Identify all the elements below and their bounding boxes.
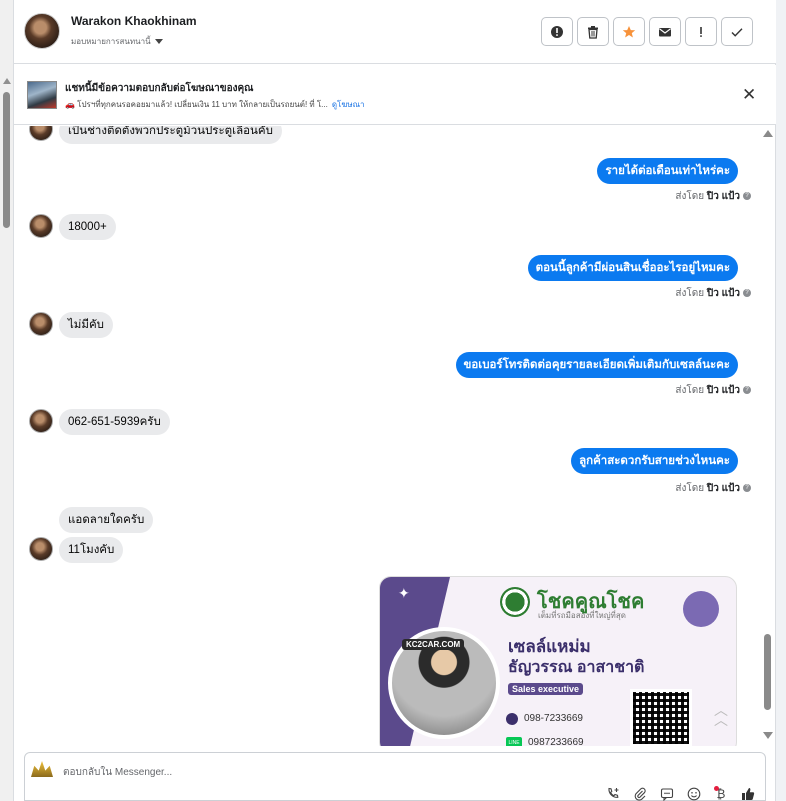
thumbs-up-icon[interactable] [740,787,756,801]
message-list-scrollbar[interactable] [760,126,774,746]
line-app-icon: LINE [506,737,522,746]
message-outgoing[interactable]: ตอนนี้ลูกค้ามีผ่อนสินเชื่ออะไรอยู่ไหมคะ [527,255,738,281]
conversation-header: Warakon Khaokhinam มอบหมายการสนทนานี้ [14,0,776,64]
saved-reply-icon[interactable] [659,787,675,801]
card-name-line2: ธัญวรรณ อาสาชาติ [508,659,645,676]
sent-by-name: ปิว แป้ว [706,385,740,396]
contact-avatar-small[interactable] [29,312,53,336]
question-icon[interactable]: ? [743,192,751,201]
card-phone: 098-7233669 [524,713,583,724]
sent-by-label: ส่งโดย [675,483,705,494]
sent-by-label: ส่งโดย [675,385,705,396]
sent-by-label: ส่งโดย [675,288,705,299]
exclamation-circle-icon [551,25,563,38]
check-icon [731,27,743,37]
ad-text-snippet: 🚗 โปรฯที่ทุกคนรอคอยมาแล้ว! เปลี่ยนเงิน 1… [65,100,328,109]
brand-logo [500,587,530,617]
business-card-image[interactable]: ✦ KC2CAR.COM โชคคูณโชค เต็มที่รถมือสองที… [379,576,737,746]
contact-avatar-small[interactable] [29,537,53,561]
sent-by-name: ปิว แป้ว [706,191,740,202]
mark-spam-button[interactable] [541,17,573,46]
conversation-toolbar [541,17,753,46]
scroll-thumb[interactable] [764,634,771,710]
sent-by-name: ปิว แป้ว [706,483,740,494]
decorative-dot [683,591,719,627]
card-role: Sales executive [508,683,584,695]
message-incoming[interactable]: เป็นช่างติดตั้งพวกประตูม้วนประตูเลื่อนคั… [59,126,282,144]
qr-code [630,689,692,746]
paperclip-icon[interactable] [632,787,648,801]
message-incoming[interactable]: 11โมงคับ [59,537,124,563]
assign-label: มอบหมายการสนทนานี้ [71,37,151,46]
sent-by-meta: ส่งโดย ปิว แป้ว? [675,189,751,204]
close-icon[interactable]: ✕ [742,86,756,103]
contact-name[interactable]: Warakon Khaokhinam [71,14,197,28]
message-incoming[interactable]: 18000+ [59,214,116,240]
sparkle-icon: ✦ [398,585,410,601]
message-composer[interactable]: ตอบกลับใน Messenger... ₿ [24,752,766,801]
page-logo-icon [31,761,53,777]
message-incoming[interactable]: 062-651-5939ครับ [59,409,170,435]
contact-avatar-small[interactable] [29,409,53,433]
exclamation-icon [700,26,702,37]
composer-placeholder[interactable]: ตอบกลับใน Messenger... [63,765,172,780]
contact-avatar-small[interactable] [29,214,53,238]
conversation-panel: Warakon Khaokhinam มอบหมายการสนทนานี้ แช… [14,0,776,801]
card-site-label: KC2CAR.COM [402,639,465,650]
star-icon [622,25,636,37]
envelope-icon [659,27,671,36]
ad-reply-banner: แชทนี้มีข้อความตอบกลับต่อโฆษณาของคุณ 🚗 โ… [14,65,776,125]
scroll-down-icon[interactable] [763,732,773,739]
question-icon[interactable]: ? [743,386,751,395]
right-gutter [776,0,786,801]
phone-icon [506,713,518,725]
ad-thumbnail[interactable] [27,81,57,109]
mark-done-button[interactable] [721,17,753,46]
message-outgoing[interactable]: ขอเบอร์โทรติดต่อคุยรายละเอียดเพิ่มเติมกั… [455,352,738,378]
message-outgoing[interactable]: ลูกค้าสะดวกรับสายช่วงไหนคะ [571,448,738,474]
sent-by-meta: ส่งโดย ปิว แป้ว? [675,481,751,496]
message-outgoing[interactable]: รายได้ต่อเดือนเท่าไหร่คะ [597,158,738,184]
page-scroll-thumb[interactable] [3,92,10,228]
assign-conversation-dropdown[interactable]: มอบหมายการสนทนานี้ [71,35,163,48]
question-icon[interactable]: ? [743,289,751,298]
view-ad-link[interactable]: ดูโฆษณา [332,100,365,109]
phone-plus-icon[interactable] [605,787,621,801]
ad-banner-title: แชทนี้มีข้อความตอบกลับต่อโฆษณาของคุณ [65,83,254,94]
mark-unread-button[interactable] [649,17,681,46]
delete-button[interactable] [577,17,609,46]
ad-banner-text: 🚗 โปรฯที่ทุกคนรอคอยมาแล้ว! เปลี่ยนเงิน 1… [65,98,364,111]
card-brand-sub: เต็มที่รถมือสองที่ใหญ่ที่สุด [538,611,626,620]
emoji-icon[interactable] [686,787,702,801]
contact-avatar-small[interactable] [29,126,53,141]
trash-icon [588,25,598,39]
sent-by-name: ปิว แป้ว [706,288,740,299]
message-incoming[interactable]: แอดลายใดครับ [59,507,154,533]
page-scrollbar[interactable] [0,0,14,801]
sent-by-meta: ส่งโดย ปิว แป้ว? [675,383,751,398]
card-line-id: 0987233669 [528,737,584,746]
composer-actions: ₿ [605,787,756,801]
sent-by-meta: ส่งโดย ปิว แป้ว? [675,286,751,301]
question-icon[interactable]: ? [743,484,751,493]
notification-dot [714,786,719,791]
follow-up-button[interactable] [685,17,717,46]
scroll-up-icon[interactable] [763,130,773,137]
chevron-up-icon: ︿ ︿ [714,702,728,728]
page-scroll-up-icon[interactable] [3,78,11,84]
caret-down-icon [154,39,163,45]
star-button[interactable] [613,17,645,46]
message-list: เป็นช่างติดตั้งพวกประตูม้วนประตูเลื่อนคั… [14,126,759,746]
sent-by-label: ส่งโดย [675,191,705,202]
message-incoming[interactable]: ไม่มีคับ [59,312,113,338]
contact-avatar[interactable] [24,13,60,49]
